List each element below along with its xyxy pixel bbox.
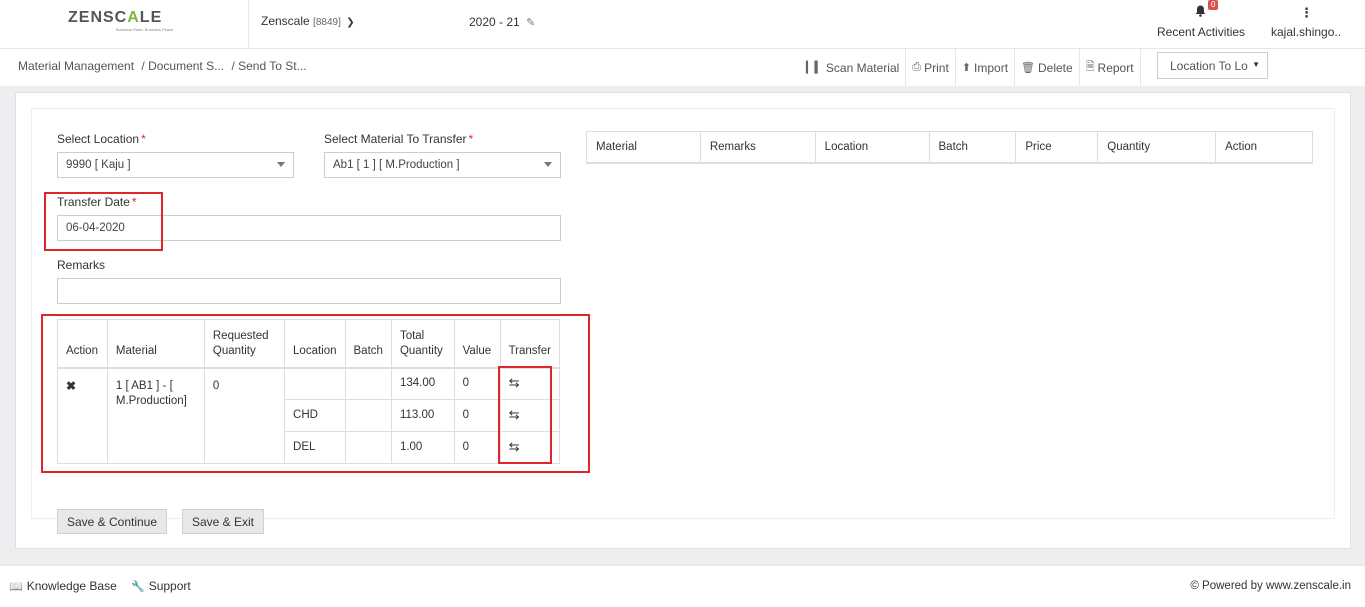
financial-year[interactable]: 2020 - 21 ✎ [469,15,535,29]
chevron-down-icon: ❯ [346,17,355,28]
edit-icon[interactable]: ✎ [526,17,535,29]
select-material-value: Ab1 [ 1 ] [ M.Production ] [333,159,460,171]
import-label: Import [974,60,1009,75]
caret-down-icon [544,162,552,167]
delete-button[interactable]: 🗑 Delete [1015,49,1080,86]
table-header-row: Material Remarks Location Batch Price Qu… [586,131,1313,164]
caret-down-icon: ▼ [1252,60,1260,69]
remarks-label: Remarks [57,258,106,272]
zenscale-logo[interactable]: ZENSCALE Business Ease. Business Peace. [68,9,180,37]
bell-icon [1195,5,1206,17]
column-header-remarks: Remarks [699,131,816,164]
knowledge-base-label: Knowledge Base [26,579,117,593]
support-label: Support [148,579,191,593]
company-selector[interactable]: Zenscale [8849] ❯ [261,14,355,28]
file-icon: 🗎 [1085,61,1095,73]
print-label: Print [924,60,949,75]
column-header-batch: Batch [928,131,1017,164]
breadcrumb: Material Management / Document S... / Se… [18,59,311,73]
powered-by[interactable]: © Powered by www.zenscale.in [1190,580,1351,592]
select-material-label: Select Material To Transfer * [324,132,473,146]
logo-text-accent: A [127,9,140,26]
user-menu[interactable]: kajal.shingo.. [1271,25,1341,39]
import-button[interactable]: ⬆ Import [956,49,1016,86]
remarks-input[interactable] [57,278,561,304]
logo-tagline: Business Ease. Business Peace. [116,27,175,32]
recent-activities-link[interactable]: Recent Activities [1157,25,1245,39]
upload-icon: ⬆ [961,62,972,74]
required-mark: * [141,132,146,146]
column-header-action: Action [1215,131,1313,164]
report-label: Report [1097,60,1134,75]
breadcrumb-item[interactable]: / Document S... [141,59,224,73]
highlight-box [498,366,552,464]
divider [248,0,249,49]
wrench-icon: 🔧 [131,581,145,593]
column-header-material: Material [586,131,701,164]
save-exit-button[interactable]: Save & Exit [182,509,264,534]
select-location-label: Select Location * [57,132,146,146]
save-continue-button[interactable]: Save & Continue [57,509,167,534]
column-header-price: Price [1015,131,1099,164]
column-header-location: Location [814,131,930,164]
more-vertical-icon[interactable]: ⋮ [1300,5,1313,21]
top-header: ZENSCALE Business Ease. Business Peace. … [0,0,1365,49]
highlight-box [44,192,163,251]
trash-icon: 🗑 [1021,62,1035,74]
notifications-bell[interactable] [1157,5,1243,21]
scan-material-label: Scan Material [825,60,900,75]
scan-material-button[interactable]: ▎▍ Scan Material [800,49,907,86]
notification-badge: 0 [1208,0,1219,10]
report-button[interactable]: 🗎 Report [1080,49,1141,86]
print-icon: ⎙ [912,61,922,73]
select-location-value: 9990 [ Kaju ] [66,159,131,171]
company-name: Zenscale [261,14,310,28]
select-location-label-text: Select Location [57,132,140,146]
delete-label: Delete [1038,60,1073,75]
sub-header: Material Management / Document S... / Se… [0,49,1365,86]
required-mark: * [468,132,474,146]
barcode-icon: ▎▍ [806,62,823,74]
footer: 📖 Knowledge Base 🔧 Support © Powered by ww… [0,565,1365,607]
select-material-label-text: Select Material To Transfer [324,132,467,146]
print-button[interactable]: ⎙ Print [906,49,956,86]
logo-text-part: ZENSC [68,9,128,26]
column-header-quantity: Quantity [1097,131,1217,164]
breadcrumb-item[interactable]: Material Management [18,59,134,73]
logo-text-part: LE [139,9,163,26]
logo-text: ZENSCALE [68,9,180,27]
financial-year-label: 2020 - 21 [469,15,520,29]
summary-table: Material Remarks Location Batch Price Qu… [586,131,1313,164]
location-transfer-select[interactable]: Location To Lo ▼ [1157,52,1268,79]
knowledge-base-link[interactable]: 📖 Knowledge Base [9,579,117,593]
book-icon: 📖 [9,581,23,593]
caret-down-icon [277,162,285,167]
toolbar: ▎▍ Scan Material ⎙ Print ⬆ Import 🗑 Dele… [800,49,1141,86]
select-location-dropdown[interactable]: 9990 [ Kaju ] [57,152,294,178]
support-link[interactable]: 🔧 Support [131,579,191,593]
company-code: [8849] [313,17,341,28]
location-transfer-value: Location To Lo [1170,59,1248,73]
breadcrumb-item[interactable]: / Send To St... [231,59,306,73]
select-material-dropdown[interactable]: Ab1 [ 1 ] [ M.Production ] [324,152,561,178]
